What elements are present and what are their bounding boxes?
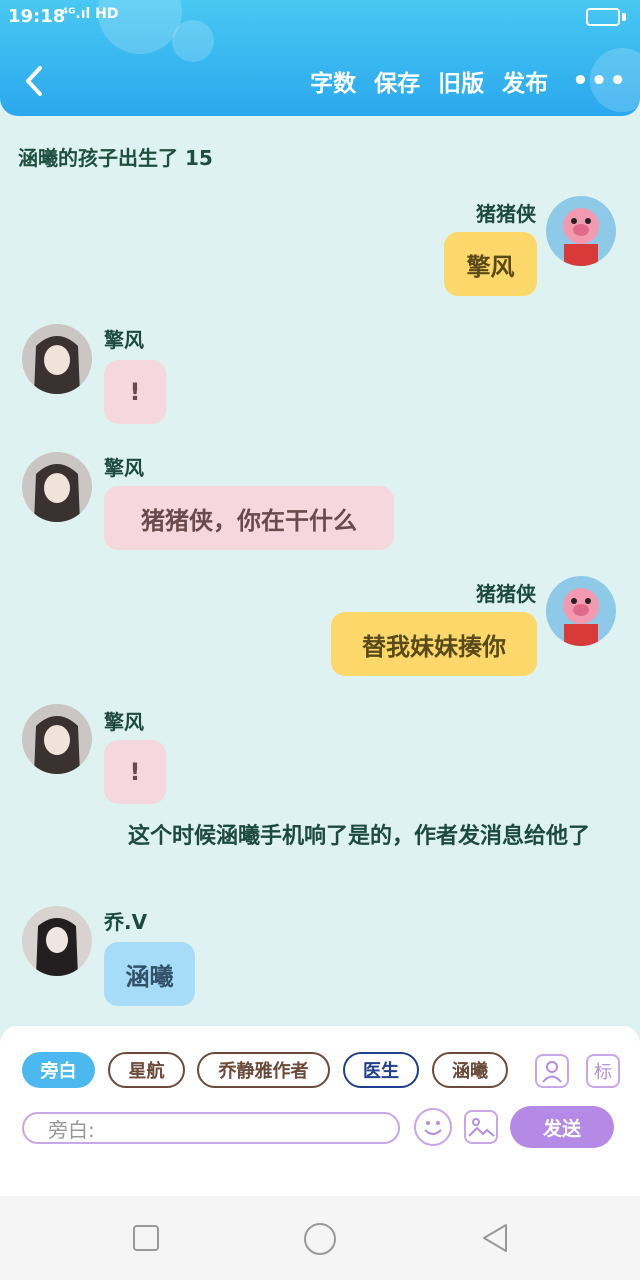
- publish-button[interactable]: 发布: [502, 64, 548, 98]
- anime-character-icon: [22, 324, 92, 394]
- message-bubble: !: [104, 360, 166, 424]
- back-triangle-icon[interactable]: [480, 1222, 510, 1254]
- battery-icon: [586, 8, 620, 26]
- avatar[interactable]: [546, 576, 616, 646]
- role-chip-hanxi[interactable]: 涵曦: [432, 1052, 508, 1088]
- avatar[interactable]: [22, 452, 92, 522]
- home-icon[interactable]: [303, 1222, 337, 1256]
- battery-tip: [622, 13, 626, 21]
- portrait-icon: [22, 906, 92, 976]
- anime-character-icon: [22, 452, 92, 522]
- chevron-left-icon: [26, 66, 42, 96]
- status-bar: 19:18 ⁴ᴳ.ıl HD: [0, 0, 640, 34]
- chapter-title: 涵曦的孩子出生了 15: [18, 146, 213, 170]
- header-toolbar: 字数 保存 旧版 发布 •••: [310, 64, 628, 98]
- sender-name: 擎风: [104, 328, 144, 352]
- save-button[interactable]: 保存: [374, 64, 420, 98]
- sender-name: 乔.V: [104, 910, 148, 934]
- sender-name: 猪猪侠: [476, 582, 536, 606]
- role-chip-narration[interactable]: 旁白: [22, 1052, 95, 1088]
- tag-button[interactable]: 标: [586, 1054, 620, 1088]
- message-input[interactable]: 旁白:: [22, 1112, 400, 1144]
- narration-text: 这个时候涵曦手机响了是的，作者发消息给他了: [128, 824, 591, 849]
- send-button[interactable]: 发送: [510, 1106, 614, 1148]
- pig-character-icon: [546, 576, 616, 646]
- system-nav-bar: [0, 1196, 640, 1280]
- avatar[interactable]: [22, 906, 92, 976]
- sender-name: 猪猪侠: [476, 202, 536, 226]
- avatar[interactable]: [22, 324, 92, 394]
- user-icon: [542, 1061, 562, 1083]
- role-chip-xinghang[interactable]: 星航: [108, 1052, 185, 1088]
- image-icon: [468, 1118, 495, 1137]
- message-bubble: !: [104, 740, 166, 804]
- recent-apps-icon[interactable]: [132, 1224, 160, 1252]
- emoji-button[interactable]: [414, 1108, 452, 1146]
- old-version-button[interactable]: 旧版: [438, 64, 484, 98]
- smiley-icon: [424, 1121, 442, 1135]
- back-button[interactable]: [18, 64, 52, 98]
- message-bubble: 替我妹妹揍你: [331, 612, 537, 676]
- word-count-button[interactable]: 字数: [310, 64, 356, 98]
- more-options-button[interactable]: •••: [572, 66, 628, 96]
- role-chip-doctor[interactable]: 医生: [343, 1052, 419, 1088]
- sender-name: 擎风: [104, 710, 144, 734]
- avatar[interactable]: [546, 196, 616, 266]
- message-bubble: 擎风: [444, 232, 537, 296]
- pig-character-icon: [546, 196, 616, 266]
- add-character-button[interactable]: [535, 1054, 569, 1088]
- role-chip-author[interactable]: 乔静雅作者: [197, 1052, 330, 1088]
- app-header: 19:18 ⁴ᴳ.ıl HD 字数 保存 旧版 发布 •••: [0, 0, 640, 116]
- message-bubble: 涵曦: [104, 942, 195, 1006]
- sender-name: 擎风: [104, 456, 144, 480]
- network-indicator: ⁴ᴳ.ıl HD: [62, 6, 119, 22]
- image-button[interactable]: [464, 1110, 498, 1144]
- status-time: 19:18: [8, 6, 66, 27]
- message-bubble: 猪猪侠，你在干什么: [104, 486, 394, 550]
- avatar[interactable]: [22, 704, 92, 774]
- anime-character-icon: [22, 704, 92, 774]
